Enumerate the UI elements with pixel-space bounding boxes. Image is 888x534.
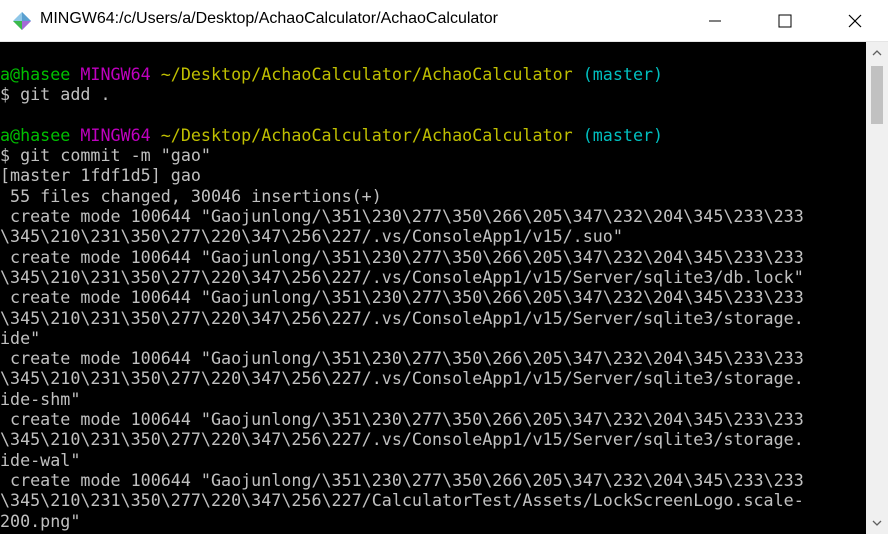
command-line: $ git add . [0, 84, 111, 105]
window-title: MINGW64:/c/Users/a/Desktop/AchaoCalculat… [40, 10, 498, 27]
output-line: create mode 100644 "Gaojunlong/\351\230\… [0, 409, 804, 430]
output-line: [master 1fdf1d5] gao [0, 165, 201, 186]
prompt-branch: (master) [582, 64, 664, 84]
output-line: \345\210\231\350\277\220\347\256\227/.vs… [0, 266, 804, 287]
vertical-scrollbar[interactable] [866, 42, 888, 534]
output-line: ide-wal" [0, 449, 81, 470]
output-line: create mode 100644 "Gaojunlong/\351\230\… [0, 469, 804, 490]
command-line: $ git commit -m "gao" [0, 145, 211, 166]
prompt-branch: (master) [582, 124, 664, 145]
minimize-icon [709, 20, 721, 22]
title-bar[interactable]: MINGW64:/c/Users/a/Desktop/AchaoCalculat… [0, 0, 888, 42]
output-line: \345\210\231\350\277\220\347\256\227/Cal… [0, 490, 804, 511]
terminal-window: MINGW64:/c/Users/a/Desktop/AchaoCalculat… [0, 0, 888, 534]
terminal-content[interactable]: a@hasee MINGW64 ~/Desktop/AchaoCalculato… [0, 42, 866, 534]
output-line: ide-shm" [0, 388, 81, 409]
output-line: \345\210\231\350\277\220\347\256\227/.vs… [0, 307, 804, 328]
output-line: create mode 100644 "Gaojunlong/\351\230\… [0, 287, 804, 308]
output-line: create mode 100644 "Gaojunlong/\351\230\… [0, 348, 804, 369]
output-line: \345\210\231\350\277\220\347\256\227/.vs… [0, 429, 804, 450]
scrollbar-thumb[interactable] [871, 66, 883, 124]
output-line: \345\210\231\350\277\220\347\256\227/.vs… [0, 226, 623, 247]
prompt-line: a@hasee MINGW64 ~/Desktop/AchaoCalculato… [0, 64, 866, 84]
prompt-line: a@hasee MINGW64 ~/Desktop/AchaoCalculato… [0, 125, 866, 145]
close-button[interactable] [832, 0, 878, 42]
output-line: create mode 100644 "Gaojunlong/\351\230\… [0, 206, 804, 227]
scroll-down-icon [872, 520, 882, 526]
output-line: 55 files changed, 30046 insertions(+) [0, 185, 382, 206]
prompt-user: a@hasee [0, 124, 71, 145]
prompt-env: MINGW64 [80, 64, 151, 84]
scroll-up-icon [872, 50, 882, 56]
output-line: ide" [0, 327, 41, 348]
prompt-path: ~/Desktop/AchaoCalculator/AchaoCalculato… [160, 124, 573, 145]
prompt-env: MINGW64 [80, 124, 151, 145]
diamond-icon [12, 11, 32, 31]
prompt-user: a@hasee [0, 64, 71, 84]
scroll-down-button[interactable] [866, 514, 888, 532]
output-line: 200.png" [0, 510, 81, 531]
maximize-icon [778, 14, 792, 28]
output-line: \345\210\231\350\277\220\347\256\227/.vs… [0, 368, 804, 389]
maximize-button[interactable] [762, 0, 808, 42]
close-icon [848, 14, 862, 28]
minimize-button[interactable] [692, 0, 738, 42]
output-line: create mode 100644 "Gaojunlong/\351\230\… [0, 246, 804, 267]
scroll-up-button[interactable] [866, 44, 888, 62]
prompt-path: ~/Desktop/AchaoCalculator/AchaoCalculato… [160, 64, 573, 84]
